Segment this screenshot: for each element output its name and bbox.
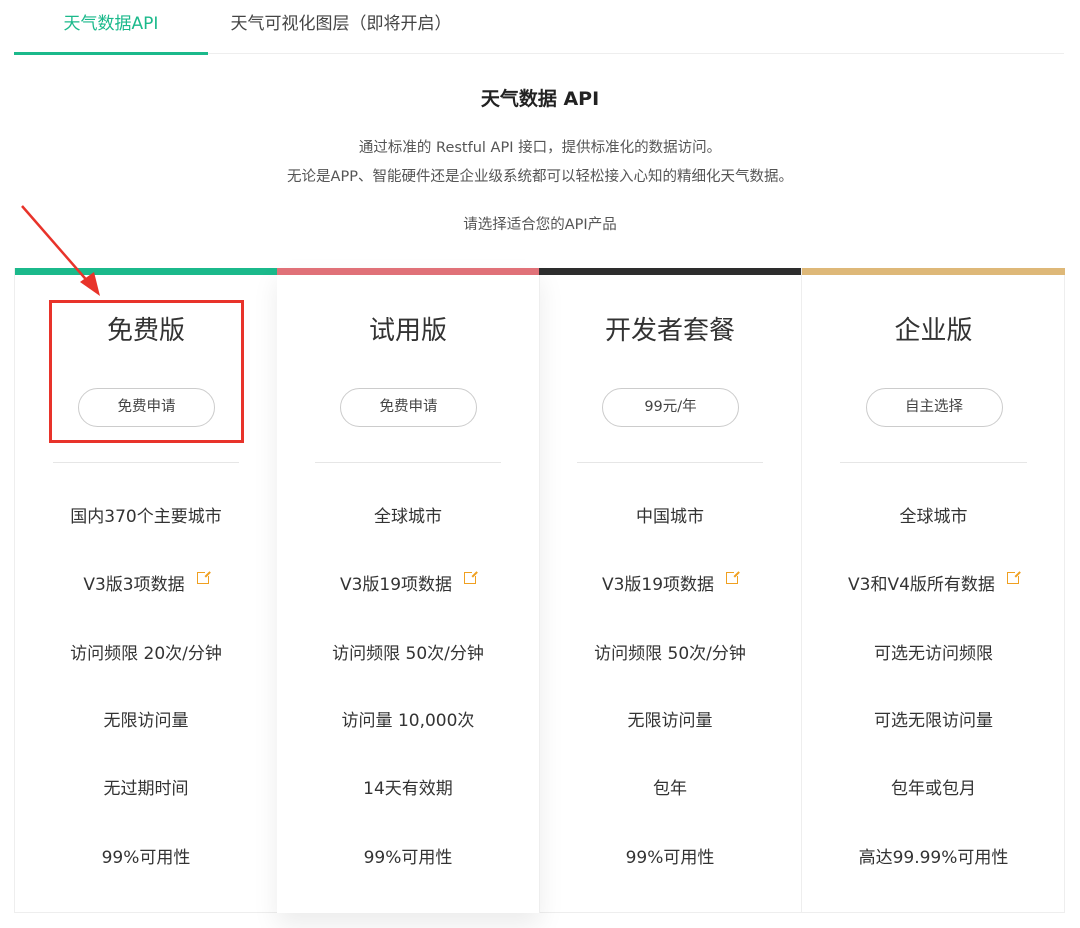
- plan-divider: [315, 462, 501, 463]
- tab-label: 天气可视化图层（即将开启）: [230, 14, 452, 34]
- plan-color-bar: [539, 268, 801, 275]
- feature-validity: 无过期时间: [103, 779, 189, 799]
- feature-rate-limit: 访问频限 50次/分钟: [594, 644, 746, 664]
- plan-name: 试用版: [368, 316, 447, 346]
- plan-card-trial: 试用版 免费申请 全球城市 V3版19项数据 访问频限 50次/分钟 访问量 1…: [277, 268, 540, 913]
- section-title: 天气数据 API: [480, 88, 600, 110]
- feature-cities: 全球城市: [374, 507, 442, 527]
- intro-description-line-2: 无论是APP、智能硬件还是企业级系统都可以轻松接入心知的精细化天气数据。: [287, 169, 793, 185]
- feature-availability: 高达99.99%可用性: [858, 848, 1009, 868]
- plan-card-enterprise: 企业版 自主选择 全球城市 V3和V4版所有数据 可选无访问频限 可选无限访问量…: [802, 268, 1065, 913]
- external-link-icon[interactable]: [1006, 570, 1021, 584]
- tab-bar: 天气数据API 天气可视化图层（即将开启）: [14, 0, 1064, 55]
- custom-select-button[interactable]: 自主选择: [865, 388, 1003, 427]
- apply-trial-button[interactable]: 免费申请: [340, 388, 477, 427]
- feature-availability: 99%可用性: [363, 848, 453, 868]
- feature-validity: 包年或包月: [891, 779, 976, 799]
- plan-name: 开发者套餐: [604, 316, 735, 346]
- tab-weather-data-api[interactable]: 天气数据API: [14, 10, 208, 55]
- feature-text: V3版19项数据: [339, 575, 453, 595]
- feature-availability: 99%可用性: [101, 848, 191, 868]
- plan-divider: [840, 462, 1027, 463]
- annotation-arrow: [21, 205, 100, 296]
- feature-quota: 无限访问量: [103, 711, 189, 731]
- intro-description-line-1: 通过标准的 Restful API 接口，提供标准化的数据访问。: [358, 140, 722, 156]
- choose-product-prompt: 请选择适合您的API产品: [463, 217, 617, 233]
- plan-color-bar: [802, 268, 1065, 275]
- feature-text: V3和V4版所有数据: [848, 575, 995, 595]
- feature-text: V3版19项数据: [601, 575, 715, 595]
- feature-rate-limit: 访问频限 50次/分钟: [332, 644, 484, 664]
- annotation-highlight-box: [49, 300, 244, 443]
- feature-text: V3版3项数据: [83, 575, 185, 595]
- feature-availability: 99%可用性: [625, 848, 715, 868]
- feature-quota: 可选无限访问量: [874, 711, 993, 731]
- active-tab-indicator: [14, 52, 208, 55]
- feature-validity: 14天有效期: [363, 779, 453, 799]
- feature-rate-limit: 可选无访问频限: [874, 644, 993, 664]
- feature-cities: 国内370个主要城市: [70, 507, 222, 527]
- feature-cities: 中国城市: [636, 507, 704, 527]
- external-link-icon[interactable]: [196, 570, 211, 584]
- feature-cities: 全球城市: [899, 507, 968, 527]
- feature-data-version: V3和V4版所有数据: [830, 570, 1037, 599]
- tab-weather-visualization-layer[interactable]: 天气可视化图层（即将开启）: [210, 10, 472, 54]
- external-link-icon[interactable]: [464, 570, 479, 584]
- feature-data-version: V3版3项数据: [43, 570, 249, 599]
- feature-quota: 访问量 10,000次: [341, 711, 475, 731]
- buy-developer-plan-button[interactable]: 99元/年: [602, 388, 739, 427]
- feature-quota: 无限访问量: [627, 711, 713, 731]
- external-link-icon[interactable]: [726, 570, 741, 584]
- tab-label: 天气数据API: [63, 14, 159, 34]
- plan-color-bar: [277, 268, 539, 275]
- feature-validity: 包年: [653, 779, 687, 799]
- pricing-page: 天气数据API 天气可视化图层（即将开启） 天气数据 API 通过标准的 Res…: [0, 0, 1080, 928]
- plan-name: 企业版: [894, 316, 973, 346]
- plan-divider: [53, 462, 239, 463]
- plan-card-developer: 开发者套餐 99元/年 中国城市 V3版19项数据 访问频限 50次/分钟 无限…: [539, 268, 802, 913]
- plan-divider: [577, 462, 763, 463]
- feature-rate-limit: 访问频限 20次/分钟: [70, 644, 222, 664]
- feature-data-version: V3版19项数据: [305, 570, 511, 599]
- feature-data-version: V3版19项数据: [567, 570, 773, 599]
